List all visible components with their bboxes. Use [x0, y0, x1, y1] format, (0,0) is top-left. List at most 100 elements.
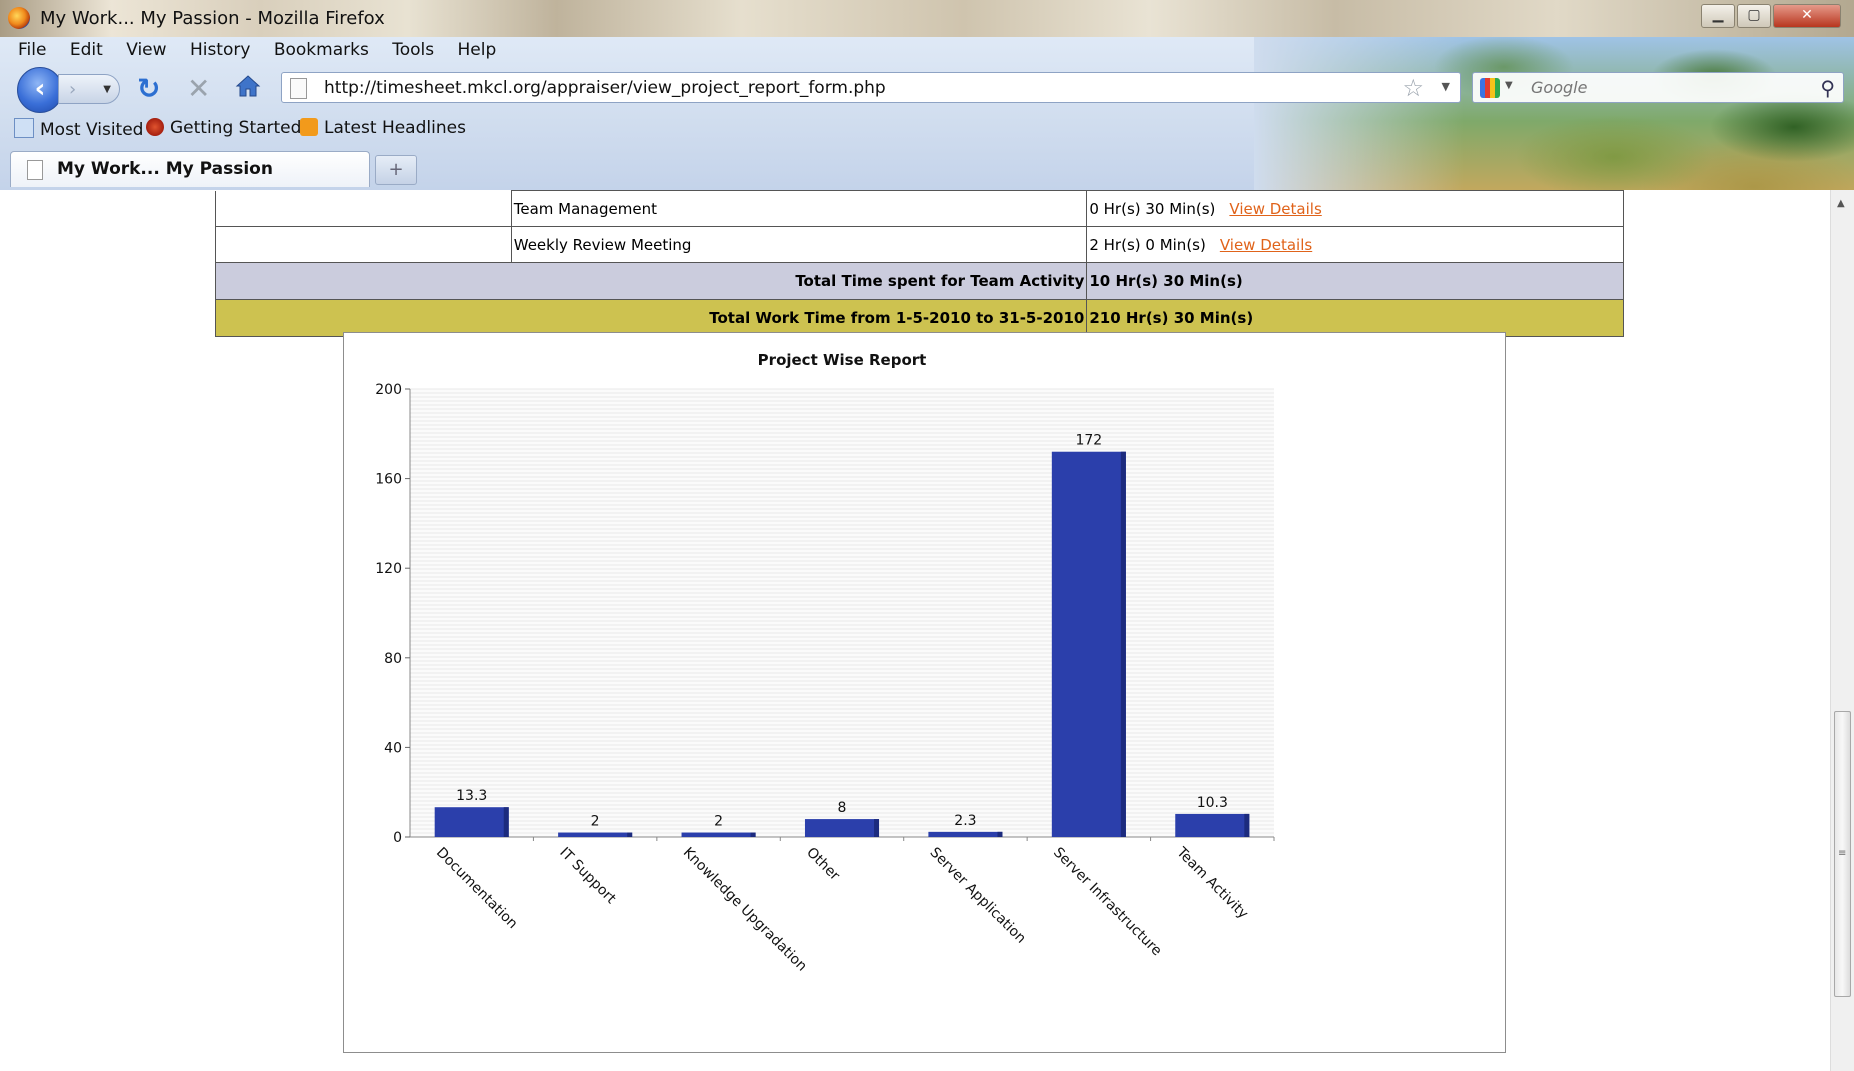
url-input[interactable]: http://timesheet.mkcl.org/appraiser/view… [324, 78, 886, 98]
window-titlebar: My Work... My Passion - Mozilla Firefox … [0, 0, 1854, 37]
tab-my-work[interactable]: My Work... My Passion [10, 151, 370, 187]
data-label: 10.3 [1197, 795, 1228, 811]
bookmarks-folder-icon [14, 118, 34, 138]
y-tick-label: 200 [375, 382, 402, 398]
x-tick-label: Knowledge Upgradation [680, 845, 810, 975]
menu-help[interactable]: Help [458, 40, 497, 60]
bar-shade [750, 832, 756, 837]
back-button[interactable]: ‹ [17, 67, 63, 113]
data-label: 13.3 [456, 788, 487, 804]
page-icon [290, 78, 307, 99]
x-tick-label: Documentation [433, 845, 521, 933]
search-input[interactable]: Google [1531, 78, 1587, 97]
bookmark-latest-headlines[interactable]: Latest Headlines [300, 118, 466, 138]
x-tick-label: Team Activity [1173, 844, 1251, 922]
work-total-row: Total Work Time from 1-5-2010 to 31-5-20… [214, 299, 1624, 337]
x-tick-label: Server Infrastructure [1050, 845, 1165, 960]
bar-shade [1120, 451, 1126, 837]
bar-shade [503, 807, 509, 837]
activity-time: 2 Hr(s) 0 Min(s) [1089, 235, 1206, 254]
bookmark-star-icon[interactable]: ☆ [1402, 74, 1424, 102]
page-icon [27, 160, 43, 180]
bar-chart: Project Wise Report 0 40 80 120 160 200 13.3 Doc… [375, 351, 1275, 975]
data-label: 2.3 [954, 813, 976, 829]
team-total-label: Total Time spent for Team Activity [214, 262, 1088, 300]
search-icon[interactable]: ⚲ [1820, 76, 1835, 100]
table-cell-empty [215, 190, 512, 227]
tab-label: My Work... My Passion [57, 159, 273, 179]
new-tab-button[interactable]: + [375, 155, 417, 185]
bar [681, 832, 756, 837]
bar-shade [874, 819, 880, 837]
search-bar[interactable]: ▼ Google ⚲ [1472, 72, 1844, 103]
back-arrow-icon: ‹ [34, 74, 46, 104]
y-tick-label: 120 [375, 561, 402, 577]
bookmark-getting-started[interactable]: Getting Started [146, 118, 301, 138]
team-total-row: Total Time spent for Team Activity 10 Hr… [214, 262, 1624, 300]
activity-time-cell: 0 Hr(s) 30 Min(s) View Details [1086, 190, 1624, 227]
data-label: 172 [1075, 433, 1102, 449]
vertical-scrollbar[interactable]: ▲ ≡ [1830, 190, 1854, 1071]
forward-button[interactable]: › ▼ [58, 74, 120, 104]
scrollbar-thumb[interactable]: ≡ [1834, 711, 1851, 997]
address-bar[interactable]: http://timesheet.mkcl.org/appraiser/view… [281, 72, 1461, 103]
data-label: 8 [838, 800, 847, 816]
bar [1175, 813, 1250, 837]
history-dropdown-icon[interactable]: ▼ [103, 75, 111, 104]
home-icon[interactable] [235, 74, 261, 98]
firefox-logo-icon [8, 7, 30, 29]
x-tick-label: Server Application [927, 845, 1029, 947]
table-cell-empty [215, 226, 512, 263]
maximize-button[interactable]: ▢ [1737, 4, 1771, 28]
bar [1051, 451, 1126, 837]
activity-time: 0 Hr(s) 30 Min(s) [1089, 199, 1216, 218]
chart-title: Project Wise Report [758, 351, 927, 369]
window-title: My Work... My Passion - Mozilla Firefox [40, 8, 385, 29]
menu-bar: File Edit View History Bookmarks Tools H… [18, 40, 514, 66]
report-table: Team Management 0 Hr(s) 30 Min(s) View De… [214, 190, 1624, 337]
view-details-link[interactable]: View Details [1229, 200, 1321, 218]
menu-bookmarks[interactable]: Bookmarks [274, 40, 369, 60]
activity-time-cell: 2 Hr(s) 0 Min(s) View Details [1086, 226, 1624, 263]
scroll-grip-icon: ≡ [1838, 848, 1847, 859]
chart-panel: Project Wise Report 0 40 80 120 160 200 13.3 Doc… [343, 332, 1506, 1053]
page-content: Team Management 0 Hr(s) 30 Min(s) View De… [10, 190, 1830, 1071]
data-label: 2 [591, 814, 600, 830]
forward-arrow-icon: › [69, 79, 77, 100]
bar [928, 831, 1003, 837]
theme-background-image [1254, 37, 1854, 190]
scroll-up-arrow-icon[interactable]: ▲ [1837, 198, 1845, 209]
work-total-value: 210 Hr(s) 30 Min(s) [1086, 299, 1624, 337]
y-tick-label: 40 [384, 740, 402, 756]
x-tick-label: Other [803, 845, 843, 885]
reload-icon[interactable]: ↻ [137, 72, 160, 105]
view-details-link[interactable]: View Details [1220, 236, 1312, 254]
work-total-label: Total Work Time from 1-5-2010 to 31-5-20… [214, 299, 1088, 337]
bookmark-most-visited[interactable]: Most Visited [14, 118, 143, 140]
bar [804, 819, 880, 837]
menu-file[interactable]: File [18, 40, 46, 60]
menu-history[interactable]: History [190, 40, 250, 60]
table-row: Team Management 0 Hr(s) 30 Min(s) View De… [215, 190, 1624, 227]
rss-feed-icon [300, 118, 318, 136]
y-tick-label: 160 [375, 472, 402, 488]
activity-name: Team Management [510, 190, 1088, 227]
firefox-bookmark-icon [146, 118, 164, 136]
engine-dropdown-icon[interactable]: ▼ [1505, 80, 1513, 91]
activity-name: Weekly Review Meeting [510, 226, 1088, 263]
bar-shade [627, 832, 633, 837]
bar [434, 807, 509, 837]
stop-icon[interactable]: ✕ [187, 72, 210, 105]
y-tick-label: 80 [384, 651, 402, 667]
close-button[interactable]: ✕ [1773, 4, 1841, 28]
menu-edit[interactable]: Edit [70, 40, 103, 60]
bar-shade [997, 831, 1003, 837]
google-engine-icon[interactable] [1480, 78, 1500, 98]
menu-view[interactable]: View [126, 40, 166, 60]
menu-tools[interactable]: Tools [392, 40, 434, 60]
table-row: Weekly Review Meeting 2 Hr(s) 0 Min(s) Vi… [215, 226, 1624, 263]
minimize-button[interactable]: ▁ [1701, 4, 1735, 28]
url-dropdown-icon[interactable]: ▼ [1442, 80, 1450, 93]
team-total-value: 10 Hr(s) 30 Min(s) [1086, 262, 1624, 300]
bar-shade [1244, 813, 1250, 837]
